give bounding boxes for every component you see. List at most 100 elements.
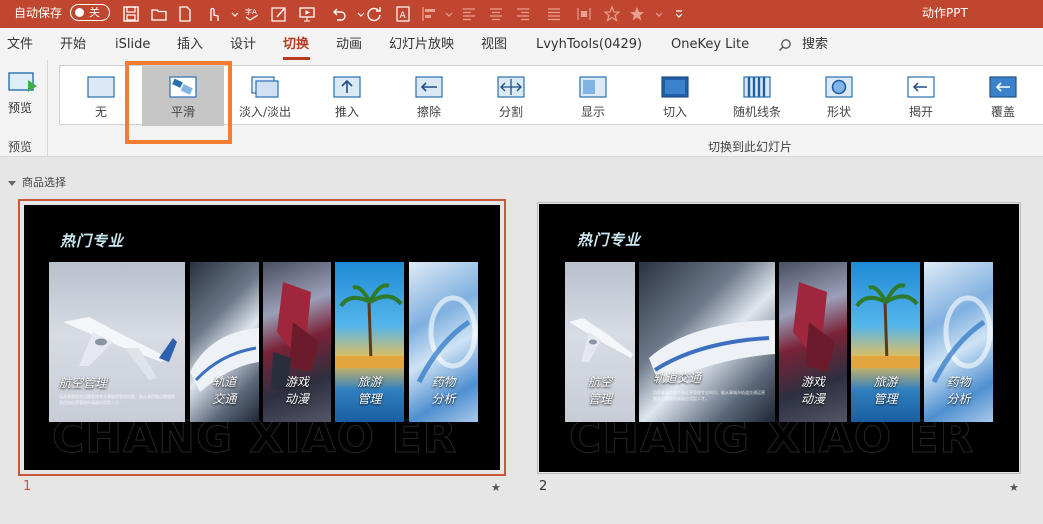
card-title: 轨道交通 [653, 371, 702, 385]
transition-uncover[interactable]: 揭开 [880, 66, 962, 126]
distribute-icon[interactable] [575, 5, 593, 23]
transition-shape[interactable]: 形状 [798, 66, 880, 126]
effects-dropdown-icon[interactable] [650, 5, 663, 23]
slide-1-canvas: 热门专业 CHANG XIAO ER 航空管理 培养掌握航空运输管理专业基础和管… [24, 205, 500, 470]
card-rail-transit: 轨道交通 培养掌握轨道交通运营管理专业知识，能从事城市轨道交通运营服务与管理的高… [639, 262, 775, 422]
tab-onekey-lite[interactable]: OneKey Lite [671, 36, 749, 53]
card-rail-transit: 轨道 交通 [190, 262, 259, 422]
preview-group: 预览 预览 [0, 60, 48, 157]
split-transition-icon [497, 75, 525, 99]
card-description: 培养掌握轨道交通运营管理专业知识，能从事城市轨道交通运营服务与管理的高级应用型人… [653, 390, 765, 401]
transition-label: 推入 [334, 105, 359, 119]
cut-transition-icon [661, 75, 689, 99]
new-file-icon[interactable] [176, 5, 194, 23]
tab-slide-show[interactable]: 幻灯片放映 [389, 36, 454, 53]
tab-home[interactable]: 开始 [60, 36, 86, 53]
transition-star-icon: ★ [1009, 481, 1019, 494]
tab-search[interactable]: 搜索 [802, 36, 828, 53]
transition-label: 覆盖 [990, 105, 1015, 119]
transition-push[interactable]: 推入 [306, 66, 388, 126]
transition-fade[interactable]: 淡入/淡出 [224, 66, 306, 126]
text-format-icon[interactable]: A [394, 5, 412, 23]
transition-reveal[interactable]: 显示 [552, 66, 634, 126]
transition-label: 随机线条 [732, 105, 781, 119]
card-title: 旅游 管理 [357, 375, 382, 406]
ribbon-tabs: 文件 开始 iSlide 插入 设计 切换 动画 幻灯片放映 视图 LvyhTo… [0, 28, 1043, 60]
autosave-toggle[interactable]: 关 [70, 4, 110, 21]
transition-cut[interactable]: 切入 [634, 66, 716, 126]
title-bar: 自动保存 关 字A A 动作PPT [0, 0, 1043, 28]
slide-thumbnail-2[interactable]: 热门专业 CHANG XIAO ER 航空 管理 轨道交通 培养掌握轨道交通运营… [537, 202, 1021, 474]
autosave-label: 自动保存 [14, 6, 63, 20]
slide-title: 热门专业 [60, 232, 125, 250]
section-header[interactable]: 商品选择 [8, 175, 66, 190]
none-transition-icon [87, 75, 115, 99]
redo-icon[interactable] [365, 5, 383, 23]
transition-label: 显示 [580, 105, 605, 119]
align-dropdown-icon[interactable] [440, 5, 453, 23]
tab-insert[interactable]: 插入 [177, 36, 203, 53]
card-title: 游戏 动漫 [800, 375, 825, 406]
align-text-center-icon[interactable] [487, 5, 505, 23]
preview-icon [8, 70, 38, 96]
card-pharmaceutical: 药物 分析 [409, 262, 478, 422]
customize-toolbar-icon[interactable] [670, 5, 683, 23]
preview-group-label: 预览 [8, 140, 33, 154]
transition-label: 揭开 [908, 105, 933, 119]
transition-split[interactable]: 分割 [470, 66, 552, 126]
card-aviation: 航空 管理 [565, 262, 635, 422]
align-text-right-icon[interactable] [514, 5, 532, 23]
tab-file[interactable]: 文件 [7, 36, 33, 53]
transition-label: 切入 [662, 105, 687, 119]
card-title: 航空 管理 [587, 375, 612, 406]
slide-thumbnail-1[interactable]: 热门专业 CHANG XIAO ER 航空管理 培养掌握航空运输管理专业基础和管… [18, 199, 506, 476]
effects-icon[interactable] [628, 5, 646, 23]
card-aviation: 航空管理 培养掌握航空运输管理专业基础和管理技能，能从事民航运输服务及民航经营管… [49, 262, 185, 422]
present-icon[interactable] [298, 5, 316, 23]
svg-text:字A: 字A [245, 7, 257, 16]
touch-mode-icon[interactable] [204, 5, 222, 23]
transition-label: 分割 [498, 105, 523, 119]
push-transition-icon [333, 75, 361, 99]
tab-transitions[interactable]: 切换 [283, 36, 309, 53]
fade-transition-icon [251, 75, 279, 99]
chevron-down-icon[interactable] [226, 5, 239, 23]
transition-random-bars[interactable]: 随机线条 [716, 66, 798, 126]
wipe-transition-icon [415, 75, 443, 99]
random-bars-transition-icon [743, 75, 771, 99]
transition-cover[interactable]: 覆盖 [962, 66, 1043, 126]
tab-lvyhtools[interactable]: LvyhTools(0429) [536, 36, 642, 53]
save-icon[interactable] [122, 5, 140, 23]
slide-number-1: 1 [23, 479, 32, 494]
section-name: 商品选择 [22, 176, 66, 189]
preview-button[interactable]: 预览 [4, 68, 40, 118]
undo-icon[interactable] [330, 5, 348, 23]
uncover-transition-icon [907, 75, 935, 99]
powerpoint-window: 自动保存 关 字A A 动作PPT 文件 开始 iSlide 插入 设计 切换 … [0, 0, 1043, 524]
edit-icon[interactable] [270, 5, 288, 23]
card-tourism: 旅游 管理 [335, 262, 404, 422]
transition-wipe[interactable]: 擦除 [388, 66, 470, 126]
spelling-icon[interactable]: 字A [243, 5, 261, 23]
tab-design[interactable]: 设计 [230, 36, 256, 53]
card-tourism: 旅游 管理 [851, 262, 920, 422]
shape-transition-icon [825, 75, 853, 99]
card-title: 药物 分析 [431, 375, 456, 406]
align-left-objects-icon[interactable] [420, 5, 438, 23]
align-text-left-icon[interactable] [460, 5, 478, 23]
justify-icon[interactable] [545, 5, 563, 23]
undo-dropdown-icon[interactable] [352, 5, 365, 23]
collapse-triangle-icon [8, 180, 16, 186]
transition-star-icon: ★ [491, 481, 501, 494]
cover-transition-icon [989, 75, 1017, 99]
tab-view[interactable]: 视图 [481, 36, 507, 53]
star-favorite-icon[interactable] [603, 5, 621, 23]
search-icon[interactable] [778, 37, 792, 51]
open-folder-icon[interactable] [150, 5, 168, 23]
transition-label: 淡入/淡出 [238, 105, 292, 119]
tab-islide[interactable]: iSlide [115, 36, 150, 53]
autosave-state: 关 [89, 6, 100, 19]
tab-animations[interactable]: 动画 [336, 36, 362, 53]
preview-label: 预览 [8, 101, 33, 115]
card-games-anime: 游戏 动漫 [779, 262, 847, 422]
